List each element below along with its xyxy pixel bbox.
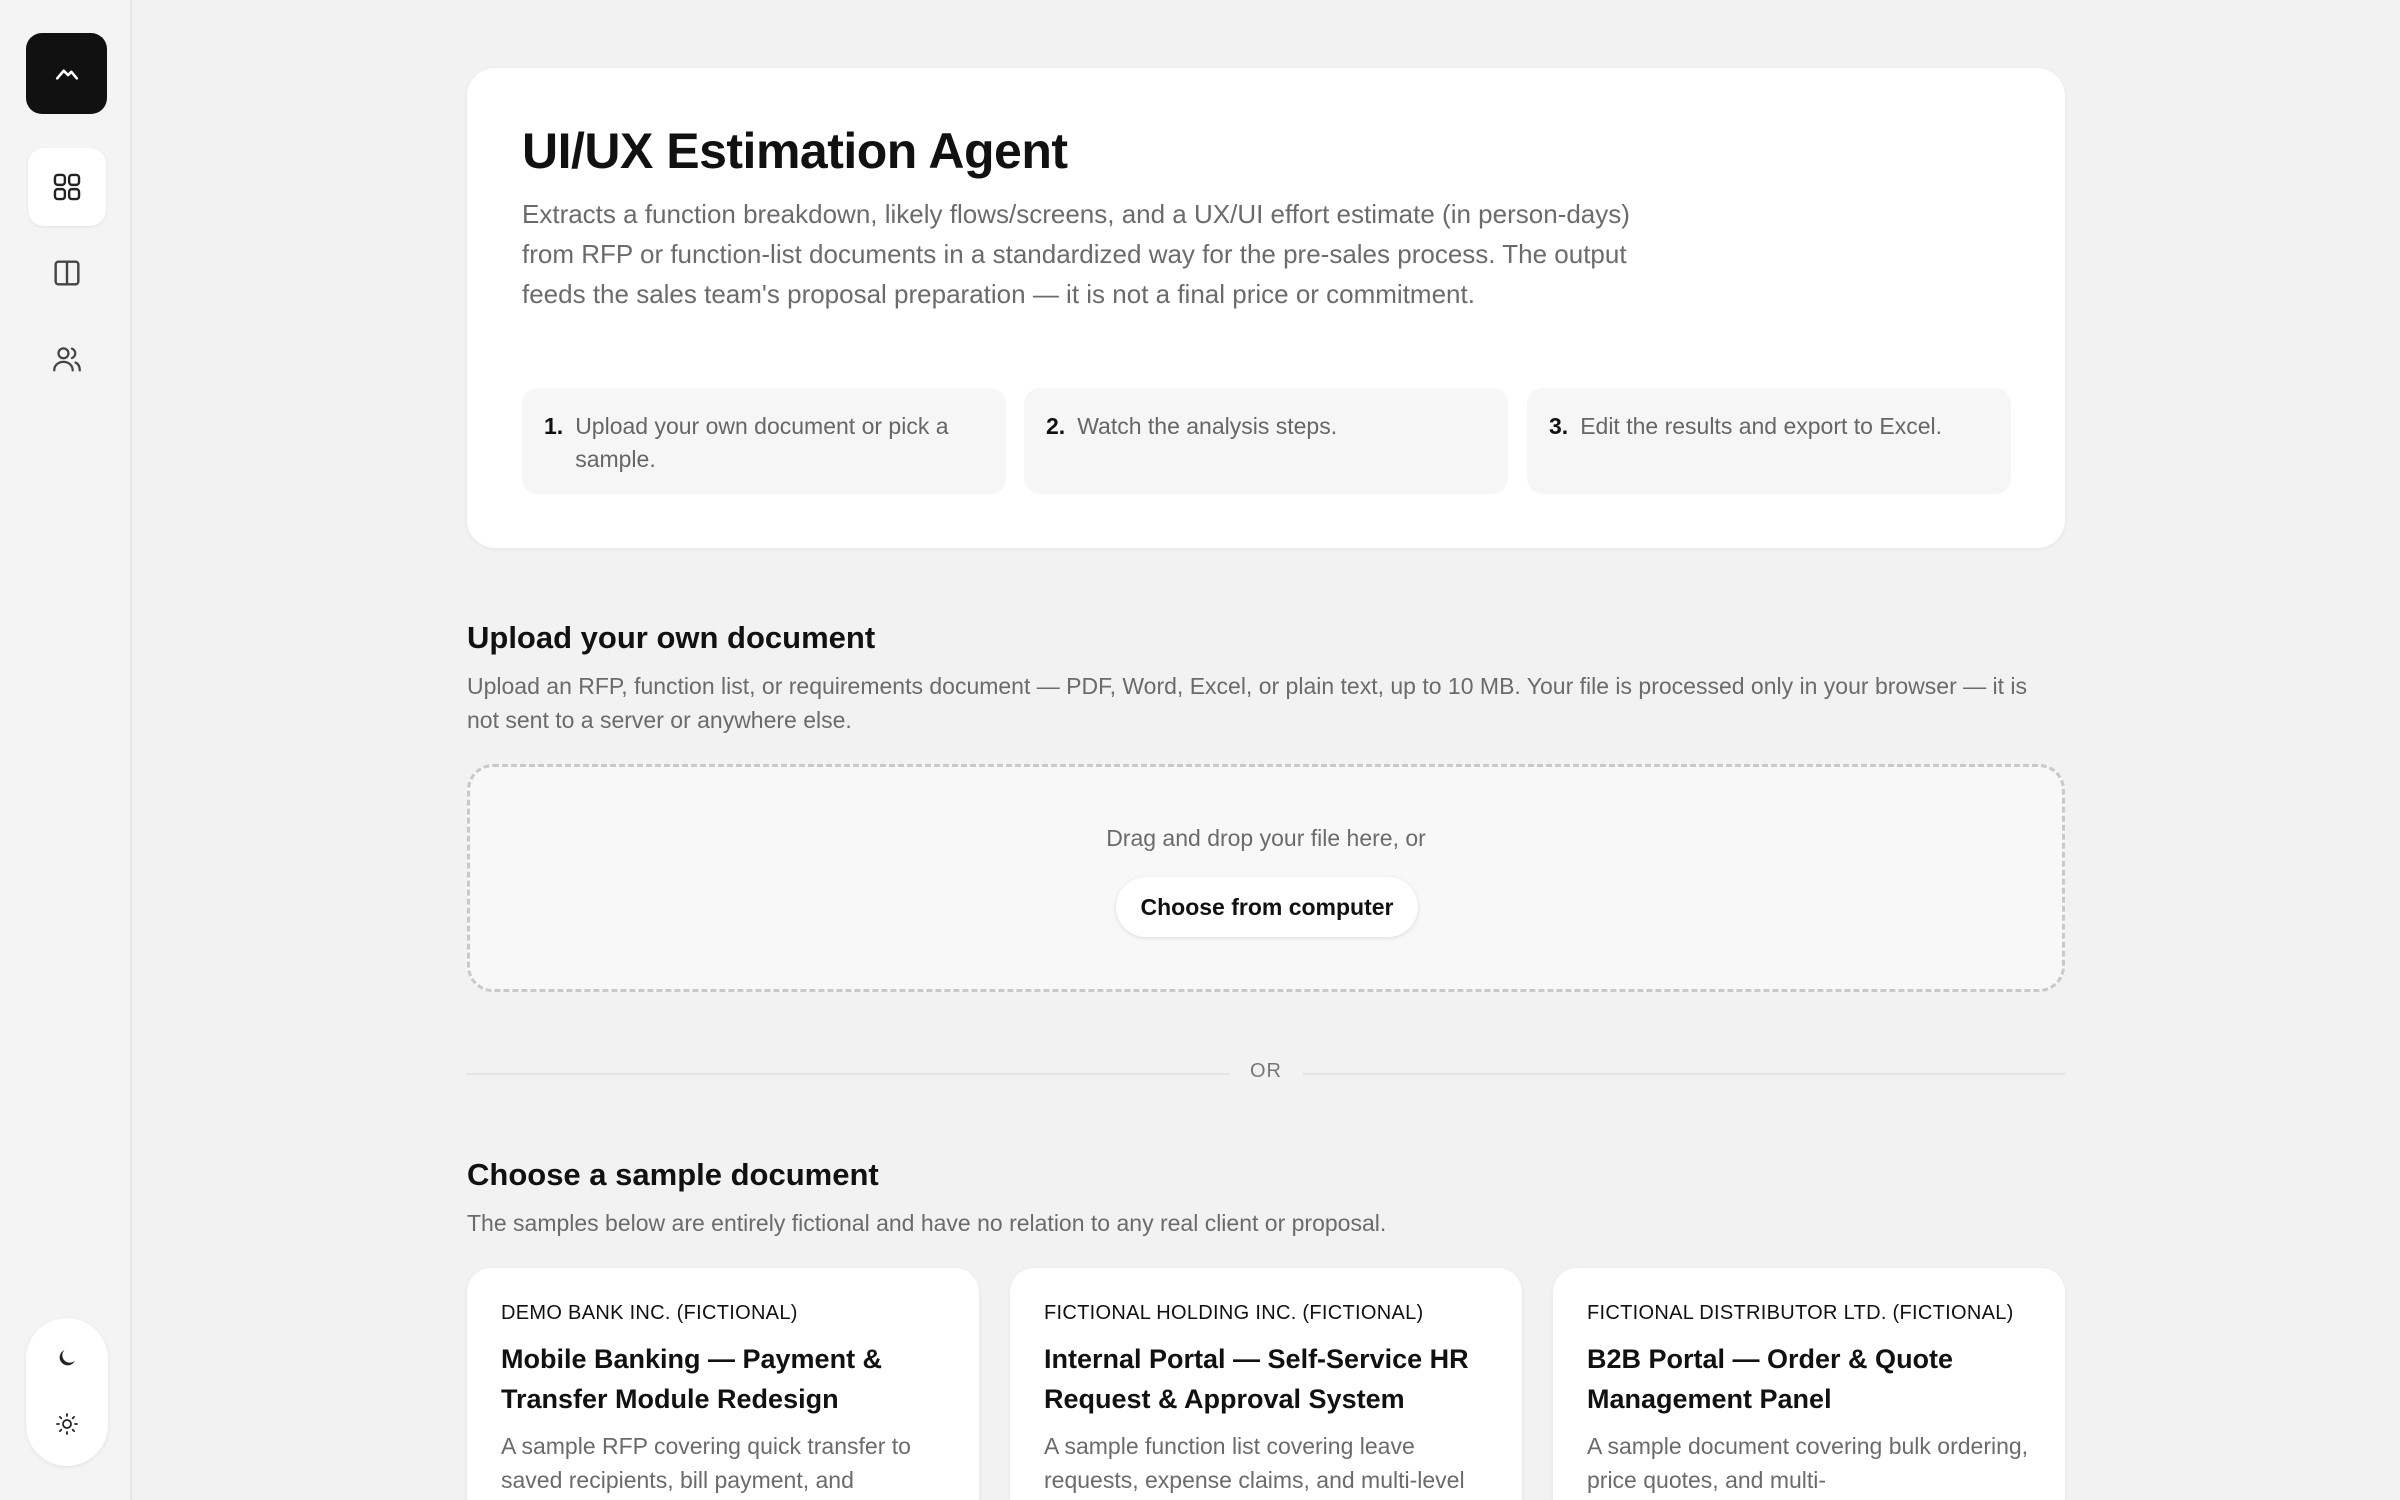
step-text: Watch the analysis steps. (1077, 413, 1338, 439)
sidebar (0, 0, 132, 1500)
step-card-2: 2. Watch the analysis steps. (1024, 388, 1508, 494)
app-logo[interactable] (26, 33, 107, 114)
grid-icon (53, 173, 81, 201)
card-description: A sample document covering bulk ordering… (1587, 1433, 2029, 1493)
nav-dashboard-button[interactable] (28, 148, 106, 226)
columns-icon (54, 260, 80, 286)
moon-icon (59, 1350, 75, 1366)
step-number: 1. (544, 413, 564, 439)
step-text: Upload your own document or pick a sampl… (575, 413, 949, 472)
sun-icon (56, 1413, 78, 1435)
card-company: DEMO BANK INC. (FICTIONAL) (501, 1302, 798, 1324)
choose-from-computer-button[interactable]: Choose from computer (1116, 877, 1418, 937)
sample-card-demo-bank[interactable]: DEMO BANK INC. (FICTIONAL) Mobile Bankin… (467, 1268, 979, 1500)
card-title: Mobile Banking — Payment & Transfer Modu… (501, 1344, 883, 1414)
card-company: FICTIONAL DISTRIBUTOR LTD. (FICTIONAL) (1587, 1302, 2014, 1324)
sample-card-fictional-holding[interactable]: FICTIONAL HOLDING INC. (FICTIONAL) Inter… (1010, 1268, 1522, 1500)
card-description: A sample RFP covering quick transfer to … (501, 1433, 911, 1493)
light-mode-button[interactable] (26, 1394, 108, 1454)
step-number: 3. (1549, 413, 1569, 439)
step-card-1: 1. Upload your own document or pick a sa… (522, 388, 1006, 494)
mountain-logo-icon (55, 68, 78, 80)
or-label: OR (1250, 1060, 1282, 1082)
upload-section-title: Upload your own document (467, 620, 876, 655)
page-description: Extracts a function breakdown, likely fl… (522, 199, 1630, 309)
theme-switcher (26, 1318, 108, 1466)
card-company: FICTIONAL HOLDING INC. (FICTIONAL) (1044, 1302, 1424, 1324)
samples-section-description: The samples below are entirely fictional… (467, 1210, 1387, 1236)
step-text: Edit the results and export to Excel. (1580, 413, 1942, 439)
users-icon (53, 347, 81, 372)
card-description: A sample function list covering leave re… (1044, 1433, 1465, 1493)
card-title: B2B Portal — Order & Quote Management Pa… (1587, 1344, 1954, 1414)
file-dropzone[interactable]: Drag and drop your file here, or Choose … (467, 764, 2065, 992)
sample-card-fictional-distributor[interactable]: FICTIONAL DISTRIBUTOR LTD. (FICTIONAL) B… (1553, 1268, 2065, 1500)
divider-line-right (1303, 1073, 2065, 1075)
or-divider: OR (467, 1060, 2065, 1088)
upload-section-description: Upload an RFP, function list, or require… (467, 673, 2028, 733)
drag-drop-text: Drag and drop your file here, or (1106, 825, 1426, 851)
samples-section-title: Choose a sample document (467, 1157, 879, 1192)
step-card-3: 3. Edit the results and export to Excel. (1527, 388, 2011, 494)
dark-mode-button[interactable] (26, 1328, 108, 1388)
intro-card: UI/UX Estimation Agent Extracts a functi… (467, 68, 2065, 548)
card-title: Internal Portal — Self-Service HR Reques… (1044, 1344, 1469, 1414)
step-number: 2. (1046, 413, 1066, 439)
nav-users-button[interactable] (28, 320, 106, 398)
page-title: UI/UX Estimation Agent (522, 123, 1068, 179)
nav-split-view-button[interactable] (28, 234, 106, 312)
